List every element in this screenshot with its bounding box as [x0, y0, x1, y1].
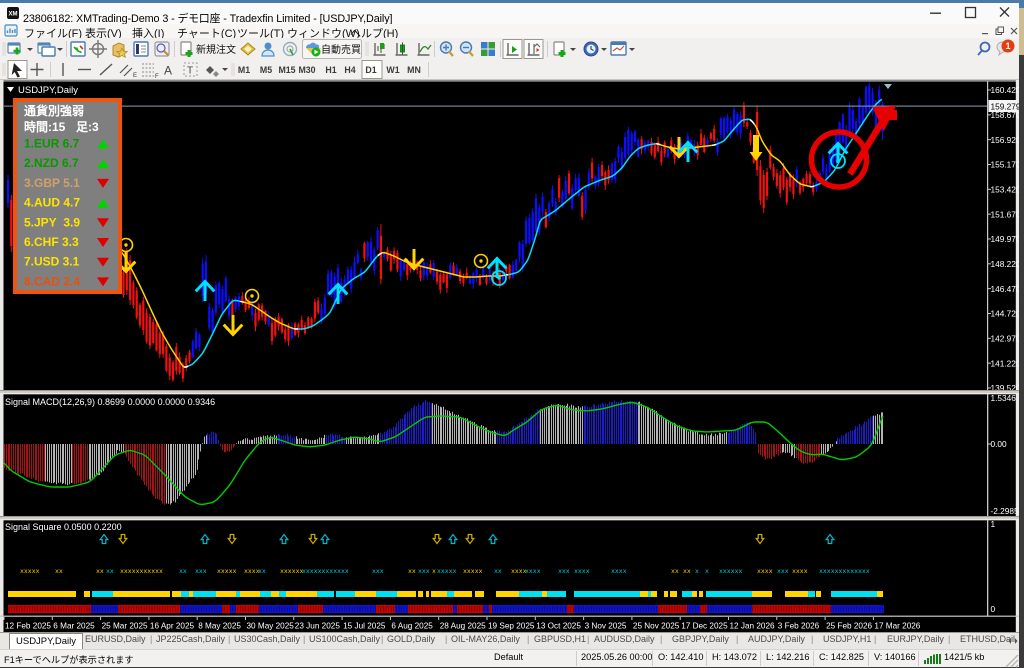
- svg-text:新規注文: 新規注文: [196, 43, 236, 56]
- svg-text:xx: xx: [55, 568, 63, 575]
- svg-text:x: x: [432, 568, 436, 575]
- svg-text:4.AUD 4.7: 4.AUD 4.7: [24, 196, 80, 210]
- svg-text:151.670: 151.670: [991, 209, 1020, 219]
- svg-text:149.970: 149.970: [991, 234, 1020, 244]
- svg-text:xxx: xxx: [195, 568, 207, 575]
- svg-text:146.470: 146.470: [991, 284, 1020, 294]
- svg-text:通貨別強弱: 通貨別強弱: [24, 103, 84, 118]
- svg-text:xxxxx: xxxxx: [437, 568, 457, 575]
- svg-text:USDJPY,Daily: USDJPY,Daily: [18, 85, 78, 96]
- svg-text:T: T: [187, 66, 193, 77]
- svg-text:25 Nov 2025: 25 Nov 2025: [633, 622, 680, 631]
- svg-text:xx: xx: [408, 568, 416, 575]
- svg-text:自動売買: 自動売買: [321, 43, 361, 56]
- svg-text:153.420: 153.420: [991, 185, 1020, 195]
- svg-text:xx: xx: [671, 568, 679, 575]
- svg-text:x: x: [695, 568, 699, 575]
- svg-text:156.920: 156.920: [991, 135, 1020, 145]
- svg-text:xxxxx: xxxxx: [20, 568, 40, 575]
- svg-text:3.GBP 5.1: 3.GBP 5.1: [24, 176, 80, 190]
- svg-text:0: 0: [991, 604, 996, 614]
- svg-text:x: x: [705, 568, 709, 575]
- svg-text:xxx: xxx: [777, 568, 789, 575]
- svg-text:23 Jun 2025: 23 Jun 2025: [295, 622, 341, 631]
- svg-text:8.CAD 2.4: 8.CAD 2.4: [24, 274, 80, 288]
- svg-text:8 May 2025: 8 May 2025: [198, 622, 241, 631]
- svg-text:12 Feb 2025: 12 Feb 2025: [5, 622, 51, 631]
- svg-text:1.EUR 6.7: 1.EUR 6.7: [24, 137, 80, 151]
- svg-text:144.720: 144.720: [991, 309, 1020, 319]
- svg-text:xxxxx: xxxxx: [217, 568, 237, 575]
- svg-text:13 Oct 2025: 13 Oct 2025: [536, 622, 581, 631]
- svg-text:30 May 2025: 30 May 2025: [247, 622, 295, 631]
- svg-text:xx: xx: [179, 568, 187, 575]
- svg-text:6.CHF 3.3: 6.CHF 3.3: [24, 235, 79, 249]
- svg-text:Signal Square 0.0500 0.2200: Signal Square 0.0500 0.2200: [5, 522, 122, 532]
- svg-text:xxxxxx: xxxxxx: [719, 568, 743, 575]
- svg-text:-2.2985: -2.2985: [991, 506, 1020, 516]
- svg-text:M5: M5: [260, 65, 272, 75]
- svg-text:xx: xx: [96, 568, 104, 575]
- svg-text:160.420: 160.420: [991, 85, 1020, 95]
- svg-text:H4: H4: [344, 65, 355, 75]
- svg-text:159.279: 159.279: [991, 101, 1020, 111]
- svg-text:28 Aug 2025: 28 Aug 2025: [440, 622, 486, 631]
- svg-text:141.220: 141.220: [991, 358, 1020, 368]
- svg-text:MN: MN: [407, 65, 421, 75]
- svg-text:0.00: 0.00: [991, 439, 1008, 449]
- svg-text:A: A: [164, 64, 172, 78]
- svg-text:xx: xx: [683, 568, 691, 575]
- svg-text:1: 1: [991, 519, 996, 529]
- svg-text:17 Mar 2026: 17 Mar 2026: [874, 622, 920, 631]
- svg-text:D1: D1: [365, 65, 376, 75]
- svg-text:M30: M30: [298, 65, 315, 75]
- svg-text:1: 1: [1005, 41, 1010, 51]
- svg-text:xxxx: xxxx: [757, 568, 773, 575]
- svg-text:2.NZD 6.7: 2.NZD 6.7: [24, 156, 79, 170]
- svg-text:Signal MACD(12,26,9) 0.8699 0.: Signal MACD(12,26,9) 0.8699 0.0000 0.000…: [5, 397, 215, 407]
- svg-text:xxxx: xxxx: [792, 568, 808, 575]
- svg-text:xxxx: xxxx: [611, 568, 627, 575]
- svg-text:xx: xx: [494, 568, 502, 575]
- svg-text:6 Mar 2025: 6 Mar 2025: [53, 622, 95, 631]
- svg-text:17 Dec 2025: 17 Dec 2025: [681, 622, 728, 631]
- svg-text:xxxxxx: xxxxxx: [280, 568, 304, 575]
- svg-text:M15: M15: [278, 65, 295, 75]
- svg-text:142.970: 142.970: [991, 334, 1020, 344]
- svg-text:3 Feb 2026: 3 Feb 2026: [778, 622, 820, 631]
- svg-text:3 Nov 2025: 3 Nov 2025: [585, 622, 627, 631]
- svg-text:5.JPY 3.9: 5.JPY 3.9: [24, 215, 80, 229]
- svg-text:xxxxxxxxxxx: xxxxxxxxxxx: [120, 568, 163, 575]
- svg-text:7.USD 3.1: 7.USD 3.1: [24, 255, 80, 269]
- svg-text:148.220: 148.220: [991, 259, 1020, 269]
- svg-text:xxxxx: xxxxx: [463, 568, 483, 575]
- svg-text:足:3: 足:3: [76, 120, 99, 134]
- svg-text:xxx: xxx: [418, 568, 430, 575]
- svg-text:xx: xx: [258, 568, 266, 575]
- svg-text:時間:15: 時間:15: [24, 119, 66, 134]
- svg-text:xx: xx: [106, 568, 114, 575]
- svg-text:M1: M1: [238, 65, 250, 75]
- svg-text:6 Aug 2025: 6 Aug 2025: [391, 622, 433, 631]
- svg-text:E: E: [133, 73, 137, 79]
- svg-text:xxxx: xxxx: [574, 568, 590, 575]
- svg-text:xxxxxxxxxxxx: xxxxxxxxxxxx: [302, 568, 349, 575]
- svg-text:H1: H1: [325, 65, 336, 75]
- svg-text:25 Mar 2025: 25 Mar 2025: [102, 622, 148, 631]
- svg-text:xxxx: xxxx: [525, 568, 541, 575]
- svg-text:xxx: xxx: [558, 568, 570, 575]
- svg-text:16 Apr 2025: 16 Apr 2025: [150, 622, 195, 631]
- svg-text:15 Jul 2025: 15 Jul 2025: [343, 622, 386, 631]
- svg-text:W1: W1: [386, 65, 399, 75]
- svg-text:19 Sep 2025: 19 Sep 2025: [488, 622, 535, 631]
- svg-text:155.170: 155.170: [991, 160, 1020, 170]
- svg-text:1.5346: 1.5346: [991, 393, 1017, 403]
- svg-text:xxx: xxx: [372, 568, 384, 575]
- svg-text:xxxxxxxxxxxxx: xxxxxxxxxxxxx: [819, 568, 870, 575]
- svg-text:XM: XM: [9, 12, 18, 18]
- svg-text:12 Jan 2026: 12 Jan 2026: [730, 622, 776, 631]
- svg-text:25 Feb 2026: 25 Feb 2026: [826, 622, 872, 631]
